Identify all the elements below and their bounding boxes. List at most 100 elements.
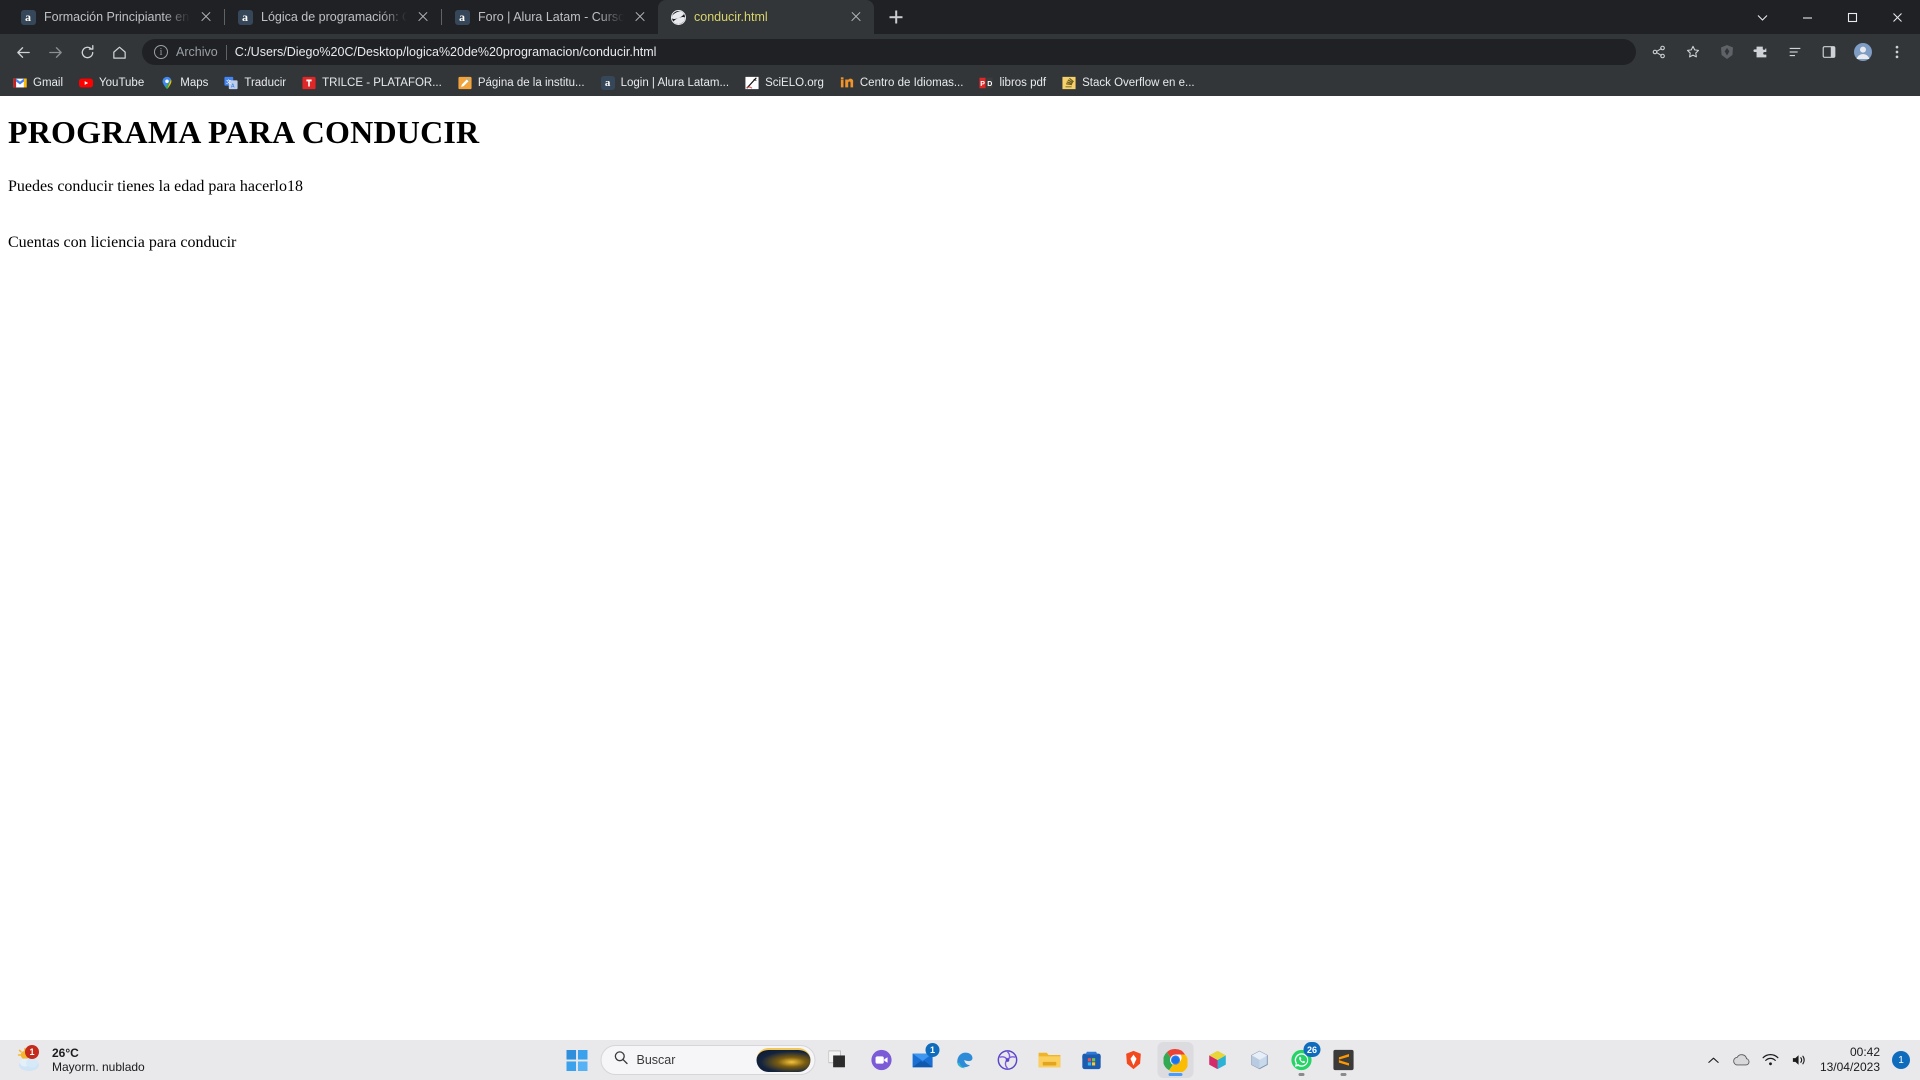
close-icon[interactable]	[198, 9, 214, 25]
taskbar-center-group: Buscar 1 26	[559, 1042, 1362, 1078]
galaxy-thumbnail[interactable]	[756, 1048, 811, 1072]
scielo-icon	[745, 76, 759, 90]
share-icon[interactable]	[1644, 37, 1674, 67]
notification-badge[interactable]: 1	[1892, 1051, 1910, 1069]
taskbar-item-mail[interactable]: 1	[906, 1042, 942, 1078]
taskbar-item-brave[interactable]	[1116, 1042, 1152, 1078]
taskbar-item-chrome[interactable]	[1157, 1042, 1194, 1078]
bookmark-scielo[interactable]: SciELO.org	[738, 74, 831, 92]
info-circle-icon[interactable]: i	[154, 45, 168, 59]
back-arrow-icon[interactable]	[8, 37, 38, 67]
trilce-icon	[302, 76, 316, 90]
taskbar-item-virtualbox[interactable]	[1242, 1042, 1278, 1078]
weather-widget[interactable]: 1 26°C Mayorm. nublado	[0, 1045, 145, 1074]
weather-temperature: 26°C	[52, 1046, 79, 1060]
bookmark-youtube[interactable]: YouTube	[72, 74, 151, 92]
wifi-icon[interactable]	[1762, 1053, 1779, 1067]
mail-badge: 1	[925, 1043, 940, 1057]
brave-lion-icon[interactable]	[1712, 37, 1742, 67]
screen: a Formación Principiante en Progra a Lóg…	[0, 0, 1920, 1080]
svg-text:A: A	[231, 84, 235, 90]
taskbar-item-unity[interactable]	[1200, 1042, 1236, 1078]
search-placeholder: Buscar	[636, 1053, 676, 1067]
browser-tab-3[interactable]: a Foro | Alura Latam - Cursos onlin	[442, 0, 658, 34]
bookmark-label: Maps	[180, 77, 209, 89]
close-button[interactable]	[1875, 0, 1920, 34]
bookmark-label: Centro de Idiomas...	[859, 77, 964, 89]
idiomas-icon	[840, 76, 854, 90]
close-icon[interactable]	[415, 9, 431, 25]
bookmark-label: TRILCE - PLATAFOR...	[322, 77, 442, 89]
clock-time: 00:42	[1849, 1045, 1880, 1059]
profile-avatar-icon[interactable]	[1848, 37, 1878, 67]
chevron-up-icon[interactable]	[1707, 1054, 1720, 1067]
browser-tab-4-active[interactable]: conducir.html	[658, 0, 874, 34]
globe-icon	[670, 9, 686, 25]
bookmark-label: Gmail	[33, 77, 64, 89]
url-scheme-label: Archivo	[176, 45, 218, 59]
stack-overflow-icon	[1062, 76, 1076, 90]
search-input[interactable]: Buscar	[600, 1045, 816, 1075]
browser-toolbar: i Archivo C:/Users/Diego%20C/Desktop/log…	[0, 34, 1920, 70]
amazon-a-icon: a	[600, 76, 615, 90]
three-dots-menu-icon[interactable]	[1882, 37, 1912, 67]
tab-title: Foro | Alura Latam - Cursos onlin	[478, 10, 624, 24]
close-icon[interactable]	[848, 9, 864, 25]
bookmark-traducir[interactable]: 文A Traducir	[217, 74, 293, 92]
search-icon	[614, 1050, 629, 1070]
windows-start-icon[interactable]	[559, 1042, 595, 1078]
minimize-button[interactable]	[1785, 0, 1830, 34]
bookmark-libros-pdf[interactable]: PD libros pdf	[972, 74, 1053, 92]
omnibox-divider	[225, 44, 227, 60]
side-panel-icon[interactable]	[1814, 37, 1844, 67]
maximize-button[interactable]	[1830, 0, 1875, 34]
browser-tab-2[interactable]: a Lógica de programación: Concep	[225, 0, 441, 34]
taskbar-item-swirl[interactable]	[990, 1042, 1026, 1078]
puzzle-piece-icon[interactable]	[1746, 37, 1776, 67]
speaker-icon[interactable]	[1791, 1053, 1808, 1067]
taskbar-item-microsoft-store[interactable]	[1074, 1042, 1110, 1078]
page-paragraph-age: Puedes conducir tienes la edad para hace…	[8, 178, 303, 195]
address-bar-url: C:/Users/Diego%20C/Desktop/logica%20de%2…	[234, 45, 657, 59]
tab-title: conducir.html	[694, 10, 768, 24]
chevron-down-icon[interactable]	[1740, 0, 1785, 34]
bookmark-login-alura[interactable]: a Login | Alura Latam...	[594, 74, 736, 92]
clock[interactable]: 00:42 13/04/2023	[1820, 1045, 1880, 1075]
google-translate-icon: 文A	[224, 76, 238, 90]
taskbar-item-file-explorer[interactable]	[1032, 1042, 1068, 1078]
bookmark-maps[interactable]: Maps	[153, 74, 215, 92]
reading-list-icon[interactable]	[1780, 37, 1810, 67]
running-indicator	[1168, 1073, 1183, 1076]
pencil-icon	[458, 76, 472, 90]
bookmark-pagina-institucion[interactable]: Página de la institu...	[451, 74, 592, 92]
home-icon[interactable]	[104, 37, 134, 67]
forward-arrow-icon[interactable]	[40, 37, 70, 67]
windows-taskbar: 1 26°C Mayorm. nublado Buscar 1 26 00:42…	[0, 1040, 1920, 1080]
sun-behind-cloud-icon: 1	[14, 1045, 44, 1074]
amazon-a-icon: a	[454, 9, 470, 25]
bookmark-label: SciELO.org	[765, 77, 824, 89]
cloud-icon[interactable]	[1732, 1053, 1750, 1067]
address-bar[interactable]: i Archivo C:/Users/Diego%20C/Desktop/log…	[142, 39, 1636, 65]
clock-date: 13/04/2023	[1819, 1060, 1880, 1074]
running-indicator	[1340, 1073, 1347, 1076]
bookmarks-bar: Gmail YouTube Maps 文A Traducir TRILCE - …	[0, 70, 1920, 96]
reload-icon[interactable]	[72, 37, 102, 67]
star-icon[interactable]	[1678, 37, 1708, 67]
taskbar-item-whatsapp[interactable]: 26	[1284, 1042, 1321, 1078]
bookmark-centro-idiomas[interactable]: Centro de Idiomas...	[833, 74, 971, 92]
taskbar-item-sublime-text[interactable]	[1326, 1042, 1362, 1078]
taskbar-item-edge[interactable]	[948, 1042, 984, 1078]
taskbar-item-task-view[interactable]	[822, 1042, 858, 1078]
weather-condition: Mayorm. nublado	[52, 1060, 145, 1074]
taskbar-item-chat[interactable]	[864, 1042, 900, 1078]
bookmark-label: Traducir	[244, 77, 287, 89]
bookmark-gmail[interactable]: Gmail	[6, 74, 70, 92]
chrome-browser-window: a Formación Principiante en Progra a Lóg…	[0, 0, 1920, 1040]
bookmark-trilce[interactable]: TRILCE - PLATAFOR...	[295, 74, 449, 92]
bookmark-stack-overflow[interactable]: Stack Overflow en e...	[1055, 74, 1202, 92]
browser-tab-1[interactable]: a Formación Principiante en Progra	[8, 0, 224, 34]
close-icon[interactable]	[632, 9, 648, 25]
new-tab-button[interactable]	[882, 3, 910, 31]
amazon-a-icon: a	[237, 9, 253, 25]
